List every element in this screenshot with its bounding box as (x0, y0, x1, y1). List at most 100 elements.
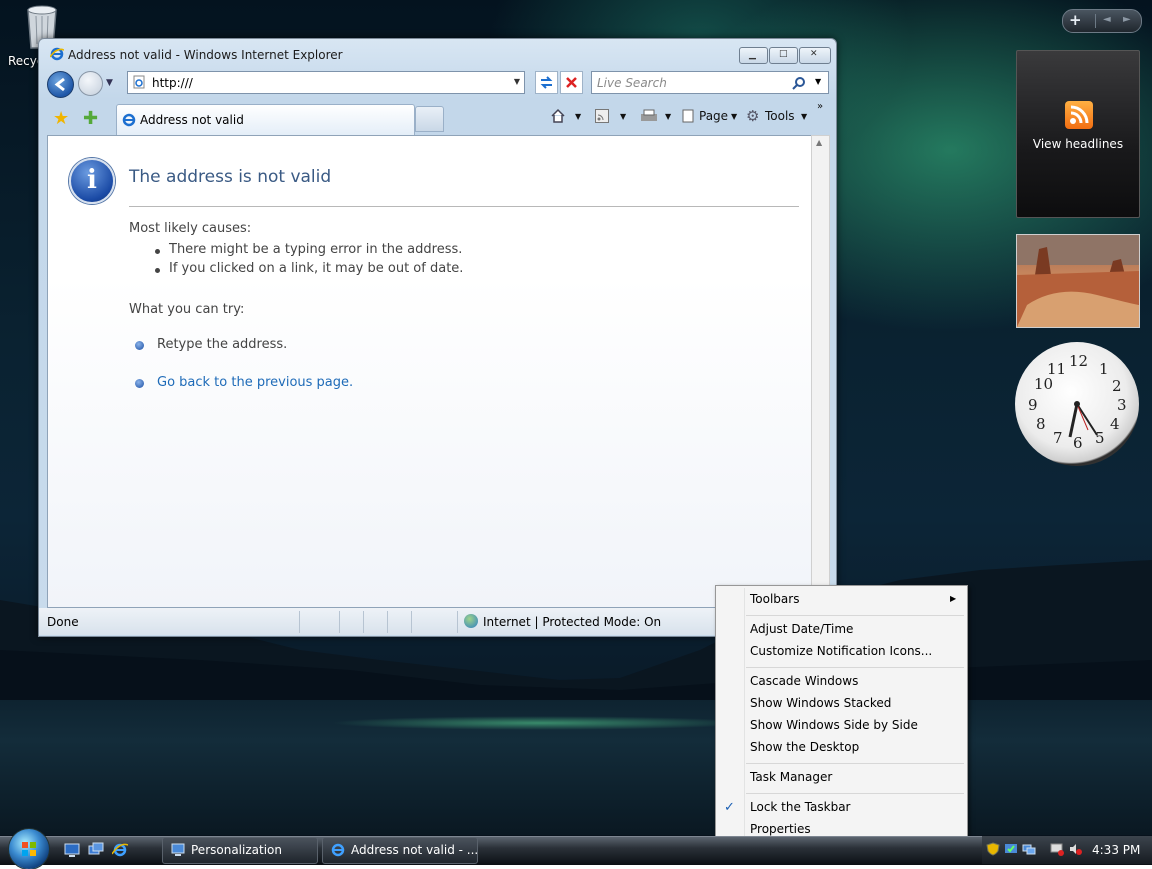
divider (129, 206, 799, 207)
volume-muted-icon[interactable] (1068, 842, 1082, 856)
menu-item-customize-notification-icons[interactable]: Customize Notification Icons... (750, 644, 932, 658)
favorites-star-icon[interactable]: ★ (53, 108, 69, 129)
search-options-dropdown[interactable]: ▼ (815, 77, 821, 86)
stop-button[interactable] (560, 71, 583, 94)
feeds-dropdown[interactable]: ▼ (620, 112, 626, 121)
clock-hands (1068, 401, 1098, 438)
menu-item-show-the-desktop[interactable]: Show the Desktop (750, 740, 859, 754)
toolbar-overflow-chevron-icon[interactable]: » (817, 101, 823, 112)
taskbar-button-personalization[interactable]: Personalization (162, 837, 318, 864)
new-tab-button[interactable] (415, 106, 444, 132)
address-bar[interactable]: http:/// ▼ (127, 71, 525, 94)
menu-gutter (744, 588, 745, 840)
refresh-button[interactable] (535, 71, 558, 94)
status-divider (363, 611, 364, 633)
home-icon[interactable] (550, 108, 566, 124)
next-gadget-button[interactable]: ► (1123, 14, 1131, 25)
maximize-button[interactable]: □ (769, 47, 798, 64)
tab-address-not-valid[interactable]: Address not valid (116, 104, 415, 135)
internet-zone-icon (464, 614, 478, 628)
taskbar-context-menu: Toolbars ▶ Adjust Date/Time Customize No… (715, 585, 968, 844)
back-button[interactable] (47, 71, 74, 98)
feed-headlines-gadget[interactable]: View headlines (1016, 50, 1140, 218)
start-button[interactable] (9, 829, 49, 869)
page-menu-icon (682, 109, 694, 123)
scroll-up-arrow-icon[interactable]: ▲ (816, 138, 822, 147)
network-icon[interactable] (1022, 842, 1036, 856)
menu-item-cascade-windows[interactable]: Cascade Windows (750, 674, 858, 688)
bullet-icon (135, 379, 144, 388)
internet-explorer-quicklaunch-icon[interactable] (112, 842, 128, 858)
forward-button[interactable] (78, 71, 103, 96)
add-to-favorites-icon[interactable]: ✚ (83, 108, 98, 129)
menu-item-toolbars[interactable]: Toolbars (750, 592, 799, 606)
print-icon[interactable] (640, 109, 658, 123)
windows-update-icon[interactable] (1004, 842, 1018, 856)
causes-heading: Most likely causes: (129, 221, 252, 236)
network-error-icon[interactable] (1050, 842, 1064, 856)
feeds-icon[interactable] (595, 109, 609, 123)
gadget-controls: + ◄ ► (1062, 9, 1142, 33)
info-icon: i (69, 158, 115, 204)
view-headlines-label: View headlines (1032, 137, 1124, 151)
menu-item-lock-the-taskbar[interactable]: Lock the Taskbar (750, 800, 851, 814)
address-dropdown-icon[interactable]: ▼ (514, 77, 520, 86)
slideshow-gadget[interactable] (1016, 234, 1140, 328)
lake-reflection (330, 716, 750, 730)
title-bar[interactable]: Address not valid - Windows Internet Exp… (39, 39, 836, 67)
menu-item-show-windows-stacked[interactable]: Show Windows Stacked (750, 696, 891, 710)
show-desktop-icon[interactable] (64, 842, 80, 858)
cause-item: If you clicked on a link, it may be out … (154, 261, 464, 276)
submenu-arrow-icon: ▶ (950, 594, 957, 603)
taskbar-clock[interactable]: 4:33 PM (1092, 843, 1140, 857)
address-input[interactable]: http:/// (152, 76, 193, 90)
internet-explorer-window[interactable]: Address not valid - Windows Internet Exp… (38, 38, 837, 637)
ie-taskbar-icon (331, 843, 345, 857)
window-title: Address not valid - Windows Internet Exp… (68, 48, 343, 62)
notification-area: 4:33 PM (982, 836, 1152, 864)
vertical-scrollbar[interactable]: ▲ (811, 135, 830, 608)
try-heading: What you can try: (129, 302, 245, 317)
minimize-button[interactable]: ▁ (739, 47, 768, 64)
navigation-bar: ▼ http:/// ▼ Live Search ▼ (39, 67, 836, 101)
tab-label: Address not valid (140, 113, 244, 127)
menu-separator (746, 793, 964, 794)
previous-gadget-button[interactable]: ◄ (1103, 14, 1111, 25)
refresh-icon (540, 76, 553, 89)
menu-item-properties[interactable]: Properties (750, 822, 811, 836)
menu-separator (746, 667, 964, 668)
page-menu[interactable]: Page (699, 109, 728, 123)
go-back-link[interactable]: Go back to the previous page. (157, 375, 353, 390)
status-divider (411, 611, 412, 633)
close-button[interactable]: ✕ (799, 47, 831, 64)
security-shield-icon[interactable] (986, 842, 1000, 856)
menu-item-adjust-date-time[interactable]: Adjust Date/Time (750, 622, 853, 636)
ie-page-icon (122, 113, 136, 127)
ie-logo-icon (50, 47, 64, 61)
search-box[interactable]: Live Search ▼ (591, 71, 829, 94)
page-menu-dropdown-icon[interactable]: ▼ (731, 112, 737, 121)
checkmark-icon: ✓ (724, 800, 735, 815)
clock-gadget[interactable]: 12 1 2 3 4 5 6 7 8 9 10 11 (1015, 342, 1139, 466)
tools-menu-dropdown-icon[interactable]: ▼ (801, 112, 807, 121)
taskbar-button-address-not-valid[interactable]: Address not valid - ... (322, 837, 478, 864)
menu-item-task-manager[interactable]: Task Manager (750, 770, 832, 784)
search-icon[interactable] (792, 76, 806, 90)
switch-windows-icon[interactable] (88, 842, 104, 858)
print-dropdown[interactable]: ▼ (665, 112, 671, 121)
tools-menu[interactable]: Tools (765, 109, 795, 123)
status-divider (339, 611, 340, 633)
menu-separator (746, 615, 964, 616)
home-dropdown[interactable]: ▼ (575, 112, 581, 121)
cause-item: There might be a typing error in the add… (154, 242, 463, 257)
rss-icon (1065, 101, 1093, 129)
recent-pages-dropdown[interactable]: ▼ (106, 78, 113, 88)
page-icon (133, 75, 145, 89)
security-zone-text[interactable]: Internet | Protected Mode: On (483, 615, 661, 629)
add-gadget-button[interactable]: + (1069, 11, 1082, 29)
desert-landscape-image (1017, 235, 1139, 327)
windows-logo-icon (22, 842, 36, 856)
bullet-icon (135, 341, 144, 350)
search-input[interactable]: Live Search (597, 76, 667, 90)
menu-item-show-windows-side-by-side[interactable]: Show Windows Side by Side (750, 718, 918, 732)
